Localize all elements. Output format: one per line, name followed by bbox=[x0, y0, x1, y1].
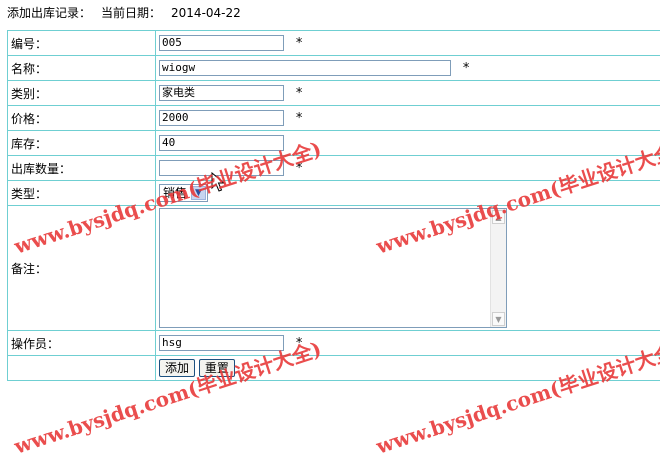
name-label: 名称： bbox=[8, 56, 156, 81]
textarea-scrollbar[interactable]: ▲ ▼ bbox=[490, 209, 506, 327]
required-mark: * bbox=[296, 111, 303, 126]
remark-label: 备注： bbox=[8, 206, 156, 331]
category-label: 类别： bbox=[8, 81, 156, 106]
empty-cell bbox=[8, 356, 156, 381]
page-title: 添加出库记录： bbox=[7, 6, 91, 20]
price-label: 价格： bbox=[8, 106, 156, 131]
scroll-up-icon[interactable]: ▲ bbox=[492, 210, 505, 224]
reset-button[interactable]: 重置 bbox=[199, 359, 235, 377]
type-selected-value: 销售 bbox=[163, 186, 187, 200]
type-select[interactable]: 销售 ▼ bbox=[159, 184, 208, 202]
mouse-cursor-icon bbox=[211, 172, 225, 192]
row-category: 类别： * bbox=[8, 81, 660, 106]
row-id: 编号： * bbox=[8, 31, 660, 56]
type-label: 类型： bbox=[8, 181, 156, 206]
row-buttons: 添加 重置 bbox=[8, 356, 660, 381]
row-out-qty: 出库数量： * bbox=[8, 156, 660, 181]
row-name: 名称： * bbox=[8, 56, 660, 81]
price-input[interactable] bbox=[159, 110, 284, 126]
date-label: 当前日期： bbox=[101, 6, 161, 20]
scroll-down-icon[interactable]: ▼ bbox=[492, 312, 505, 326]
required-mark: * bbox=[296, 36, 303, 51]
add-button[interactable]: 添加 bbox=[159, 359, 195, 377]
required-mark: * bbox=[296, 336, 303, 351]
row-stock: 库存： bbox=[8, 131, 660, 156]
stock-input[interactable] bbox=[159, 135, 284, 151]
required-mark: * bbox=[296, 161, 303, 176]
page-header: 添加出库记录： 当前日期： 2014-04-22 bbox=[7, 5, 241, 21]
operator-input[interactable] bbox=[159, 335, 284, 351]
id-label: 编号： bbox=[8, 31, 156, 56]
name-input[interactable] bbox=[159, 60, 451, 76]
row-type: 类型： 销售 ▼ bbox=[8, 181, 660, 206]
date-value: 2014-04-22 bbox=[171, 6, 241, 20]
category-input[interactable] bbox=[159, 85, 284, 101]
row-price: 价格： * bbox=[8, 106, 660, 131]
operator-label: 操作员： bbox=[8, 331, 156, 356]
row-remark: 备注： ▲ ▼ bbox=[8, 206, 660, 331]
out-qty-label: 出库数量： bbox=[8, 156, 156, 181]
outbound-form: 编号： * 名称： * 类别： * 价格： * 库存： 出库数量： bbox=[7, 30, 660, 381]
id-input[interactable] bbox=[159, 35, 284, 51]
dropdown-arrow-icon[interactable]: ▼ bbox=[191, 186, 206, 200]
row-operator: 操作员： * bbox=[8, 331, 660, 356]
remark-textarea[interactable]: ▲ ▼ bbox=[159, 208, 507, 328]
required-mark: * bbox=[463, 61, 470, 76]
stock-label: 库存： bbox=[8, 131, 156, 156]
required-mark: * bbox=[296, 86, 303, 101]
